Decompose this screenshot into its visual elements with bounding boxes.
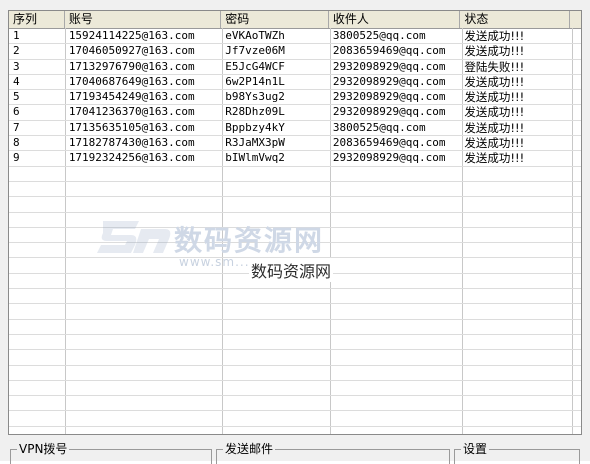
group-mail: 发送邮件 xyxy=(216,440,450,464)
cell-account: 17182787430@163.com xyxy=(68,136,195,150)
group-mail-label: 发送邮件 xyxy=(223,440,276,457)
group-vpn-label: VPN拨号 xyxy=(17,440,70,457)
cell-filler xyxy=(570,29,581,43)
table-row[interactable]: 3 17132976790@163.com E5JcG4WCF 2932098929@… xyxy=(9,60,581,75)
cell-filler xyxy=(570,105,581,119)
cell-recipient: 3800525@qq.com xyxy=(332,120,426,134)
table-row-empty[interactable] xyxy=(9,350,581,366)
results-table[interactable]: 序列 账号 密码 收件人 状态 1 15924114225@163.com eVKA… xyxy=(8,10,582,435)
cell-status: 登陆失败!!! xyxy=(464,59,525,74)
cell-status: 发送成功!!! xyxy=(464,120,525,135)
cell-index: 8 xyxy=(13,136,20,150)
cell-index: 2 xyxy=(13,44,20,58)
col-header-account[interactable]: 账号 xyxy=(65,11,222,28)
table-row-empty[interactable] xyxy=(9,289,581,305)
cell-password: R3JaMX3pW xyxy=(225,136,285,150)
cell-recipient: 2932098929@qq.com xyxy=(332,90,446,104)
cell-password: Bppbzy4kY xyxy=(225,120,285,134)
cell-index: 1 xyxy=(13,29,20,42)
cell-index: 3 xyxy=(13,59,20,73)
watermark-logo-icon xyxy=(97,221,171,253)
col-header-index[interactable]: 序列 xyxy=(9,11,65,28)
col-header-recipient[interactable]: 收件人 xyxy=(329,11,461,28)
table-row-empty[interactable] xyxy=(9,304,581,320)
group-vpn: VPN拨号 xyxy=(10,440,212,464)
cell-recipient: 2932098929@qq.com xyxy=(332,74,446,88)
cell-filler xyxy=(570,60,581,74)
cell-status: 发送成功!!! xyxy=(464,105,525,120)
cell-password: 6w2P14n1L xyxy=(225,74,285,88)
table-row-empty[interactable] xyxy=(9,182,581,198)
cell-account: 17040687649@163.com xyxy=(68,74,195,88)
table-row-empty[interactable] xyxy=(9,320,581,335)
cell-status: 发送成功!!! xyxy=(464,90,525,105)
group-settings: 设置 xyxy=(454,440,580,464)
table-row-empty[interactable] xyxy=(9,381,581,397)
cell-filler xyxy=(570,151,581,165)
cell-account: 17041236370@163.com xyxy=(68,105,195,119)
col-header-filler xyxy=(570,11,581,28)
cell-status: 发送成功!!! xyxy=(464,136,525,151)
col-header-status[interactable]: 状态 xyxy=(460,11,571,28)
table-row-empty[interactable] xyxy=(9,335,581,351)
table-row[interactable]: 2 17046050927@163.com Jf7vze06M 2083659469@… xyxy=(9,44,581,60)
table-row-empty[interactable] xyxy=(9,167,581,182)
cell-account: 17192324256@163.com xyxy=(68,151,195,165)
cell-account: 17132976790@163.com xyxy=(68,59,195,73)
table-row[interactable]: 8 17182787430@163.com R3JaMX3pW 2083659469@… xyxy=(9,136,581,152)
cell-password: E5JcG4WCF xyxy=(225,59,285,73)
overlay-watermark: 数码资源网 xyxy=(249,258,334,282)
table-row[interactable]: 6 17041236370@163.com R28Dhz09L 2932098929@… xyxy=(9,105,581,121)
cell-recipient: 2932098929@qq.com xyxy=(332,151,446,165)
bottom-groups: VPN拨号 发送邮件 设置 xyxy=(8,440,582,464)
table-row[interactable]: 9 17192324256@163.com bIWlmVwq2 2932098929@… xyxy=(9,151,581,167)
cell-filler xyxy=(570,136,581,150)
cell-account: 15924114225@163.com xyxy=(68,29,195,42)
cell-status: 发送成功!!! xyxy=(464,74,525,89)
watermark-title: 数码资源网 xyxy=(174,224,325,257)
cell-filler xyxy=(570,44,581,58)
app-window: 序列 账号 密码 收件人 状态 1 15924114225@163.com eVKA… xyxy=(0,0,590,464)
cell-account: 17046050927@163.com xyxy=(68,44,195,58)
table-row[interactable]: 7 17135635105@163.com Bppbzy4kY 3800525@qq.… xyxy=(9,120,581,137)
table-row[interactable]: 4 17040687649@163.com 6w2P14n1L 2932098929@… xyxy=(9,74,581,91)
table-row[interactable]: 5 17193454249@163.com b98Ys3ug2 2932098929@… xyxy=(9,90,581,106)
table-row-empty[interactable] xyxy=(9,197,581,213)
cell-status: 发送成功!!! xyxy=(464,29,525,43)
cell-account: 17135635105@163.com xyxy=(68,120,195,134)
table-row-empty[interactable] xyxy=(9,366,581,381)
table-row[interactable]: 1 15924114225@163.com eVKAoTWZh 3800525@qq.… xyxy=(9,29,581,45)
cell-filler xyxy=(570,75,581,89)
cell-password: b98Ys3ug2 xyxy=(225,90,285,104)
cell-recipient: 2083659469@qq.com xyxy=(332,44,446,58)
cell-recipient: 3800525@qq.com xyxy=(332,29,426,42)
cell-index: 7 xyxy=(13,120,20,134)
cell-index: 9 xyxy=(13,151,20,165)
cell-account: 17193454249@163.com xyxy=(68,90,195,104)
cell-index: 5 xyxy=(13,90,20,104)
watermark-url: www.sm... xyxy=(179,255,250,269)
table-header: 序列 账号 密码 收件人 状态 xyxy=(9,11,581,29)
col-header-password[interactable]: 密码 xyxy=(221,11,329,28)
cell-status: 发送成功!!! xyxy=(464,151,525,166)
cell-password: R28Dhz09L xyxy=(225,105,285,119)
cell-password: bIWlmVwq2 xyxy=(225,151,285,165)
cell-index: 6 xyxy=(13,105,20,119)
cell-recipient: 2083659469@qq.com xyxy=(332,136,446,150)
cell-filler xyxy=(570,90,581,104)
cell-status: 发送成功!!! xyxy=(464,44,525,59)
table-row-empty[interactable] xyxy=(9,396,581,412)
cell-recipient: 2932098929@qq.com xyxy=(332,59,446,73)
cell-filler xyxy=(570,121,581,135)
table-row-empty[interactable] xyxy=(9,411,581,427)
cell-recipient: 2932098929@qq.com xyxy=(332,105,446,119)
group-settings-label: 设置 xyxy=(461,440,490,457)
cell-password: Jf7vze06M xyxy=(225,44,285,58)
cell-password: eVKAoTWZh xyxy=(225,29,285,42)
cell-index: 4 xyxy=(13,74,20,88)
